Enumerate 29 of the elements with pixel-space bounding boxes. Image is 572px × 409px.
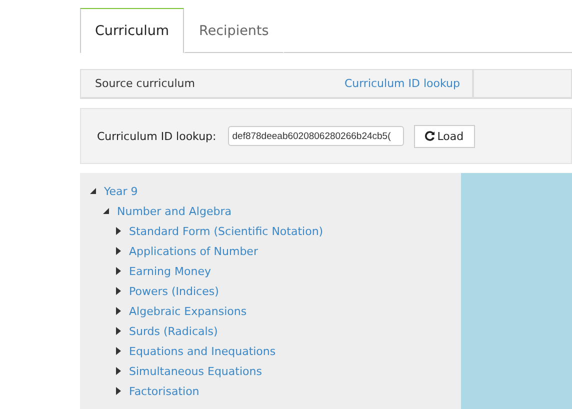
- expand-triangle-icon[interactable]: [116, 247, 121, 255]
- lookup-link[interactable]: Curriculum ID lookup: [344, 77, 460, 90]
- tree-item[interactable]: Algebraic Expansions: [129, 304, 247, 318]
- tree-item[interactable]: Number and Algebra: [117, 204, 232, 218]
- tree-item[interactable]: Standard Form (Scientific Notation): [129, 224, 324, 238]
- source-title: Source curriculum: [95, 77, 195, 90]
- expand-triangle-icon[interactable]: [116, 327, 121, 335]
- expand-triangle-icon[interactable]: [116, 387, 121, 395]
- tab[interactable]: Curriculum: [80, 8, 184, 53]
- collapse-triangle-icon[interactable]: [103, 208, 109, 214]
- expand-triangle-icon[interactable]: [116, 347, 121, 355]
- expand-triangle-icon[interactable]: [116, 287, 121, 295]
- load-button[interactable]: Load: [414, 124, 475, 148]
- expand-triangle-icon[interactable]: [116, 307, 121, 315]
- collapse-triangle-icon[interactable]: [90, 188, 96, 194]
- tree-item[interactable]: Factorisation: [129, 384, 200, 398]
- expand-triangle-icon[interactable]: [116, 367, 121, 375]
- lookup-label: Curriculum ID lookup:: [97, 130, 216, 142]
- tree-item[interactable]: Year 9: [104, 184, 138, 198]
- tree-item[interactable]: Earning Money: [129, 264, 211, 278]
- expand-triangle-icon[interactable]: [116, 267, 121, 275]
- tree-item[interactable]: Simultaneous Equations: [129, 364, 262, 378]
- refresh-icon: [425, 131, 436, 141]
- expand-triangle-icon[interactable]: [116, 227, 121, 235]
- tree-item[interactable]: Applications of Number: [129, 244, 258, 258]
- tree-item[interactable]: Powers (Indices): [129, 284, 219, 298]
- tree-item[interactable]: Surds (Radicals): [129, 324, 218, 338]
- id-input-field[interactable]: def878deeab6020806280266b24cb5(: [228, 126, 404, 146]
- tree-item[interactable]: Equations and Inequations: [129, 344, 276, 358]
